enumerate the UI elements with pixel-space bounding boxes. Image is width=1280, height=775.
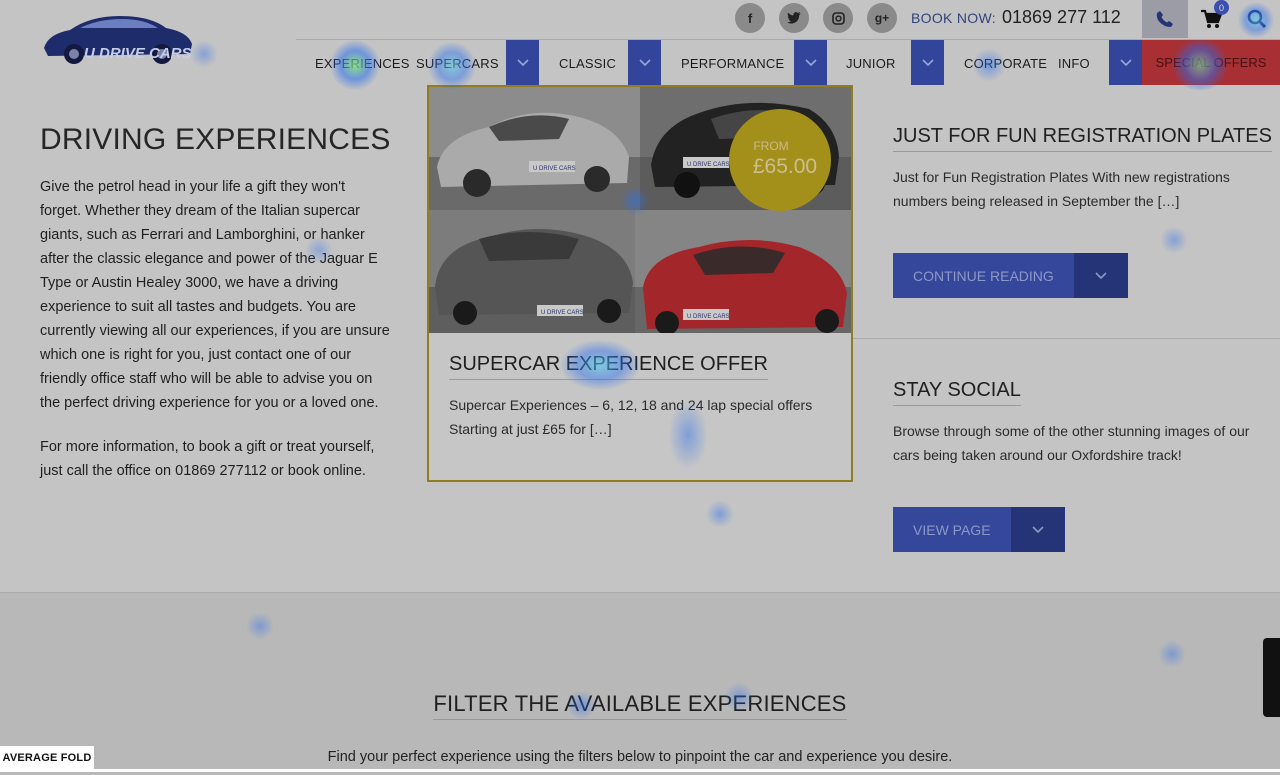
classic-dropdown-toggle[interactable] bbox=[628, 40, 661, 85]
price-badge: FROM £65.00 bbox=[729, 109, 831, 211]
average-fold-label: AVERAGE FOLD bbox=[0, 746, 94, 770]
nav-item-classic[interactable]: CLASSIC bbox=[559, 40, 616, 86]
page: U DRIVE CARS f g+ BOOK NOW: 01869 277 11… bbox=[0, 0, 1280, 775]
search-button[interactable] bbox=[1234, 0, 1280, 38]
twitter-icon[interactable] bbox=[779, 3, 809, 33]
junior-dropdown-toggle[interactable] bbox=[911, 40, 944, 85]
nav-item-special-offers[interactable]: SPECIAL OFFERS bbox=[1142, 40, 1280, 85]
svg-text:U DRIVE CARS: U DRIVE CARS bbox=[84, 45, 192, 62]
svg-text:U DRIVE CARS: U DRIVE CARS bbox=[541, 310, 584, 316]
price-value: £65.00 bbox=[752, 155, 818, 178]
cart-count-badge: 0 bbox=[1214, 0, 1229, 15]
chevron-down-icon bbox=[1119, 58, 1132, 66]
view-page-button[interactable]: VIEW PAGE bbox=[893, 507, 1065, 552]
nav-item-junior[interactable]: JUNIOR bbox=[846, 40, 896, 86]
facebook-icon[interactable]: f bbox=[735, 3, 765, 33]
nav-item-corporate[interactable]: CORPORATE bbox=[964, 40, 1047, 86]
continue-reading-label: CONTINUE READING bbox=[893, 253, 1074, 298]
chevron-down-icon bbox=[638, 58, 651, 66]
average-fold-line bbox=[0, 769, 1280, 772]
intro-paragraph: Give the petrol head in your life a gift… bbox=[40, 179, 390, 411]
feedback-side-tab[interactable] bbox=[1263, 638, 1280, 717]
performance-dropdown-toggle[interactable] bbox=[794, 40, 827, 85]
twitter-bird-icon bbox=[787, 12, 801, 24]
page-title: DRIVING EXPERIENCES bbox=[40, 123, 391, 156]
google-plus-icon[interactable]: g+ bbox=[867, 3, 897, 33]
nav-item-performance[interactable]: PERFORMANCE bbox=[681, 40, 784, 86]
book-now-label: BOOK NOW: bbox=[911, 10, 996, 26]
offer-excerpt: Supercar Experiences – 6, 12, 18 and 24 … bbox=[449, 397, 813, 437]
instagram-glyph-icon bbox=[831, 11, 845, 25]
offer-card[interactable]: U DRIVE CARS U DRIVE CARS U DRIVE CARS U bbox=[427, 85, 853, 482]
stay-social-title: STAY SOCIAL bbox=[893, 379, 1021, 406]
nav-item-experiences[interactable]: EXPERIENCES bbox=[315, 40, 410, 86]
continue-reading-button[interactable]: CONTINUE READING bbox=[893, 253, 1128, 298]
site-logo[interactable]: U DRIVE CARS bbox=[40, 10, 196, 66]
chevron-down-icon bbox=[516, 58, 529, 66]
main-nav: EXPERIENCES SUPERCARS CLASSIC PERFORMANC… bbox=[296, 39, 1280, 85]
offer-title[interactable]: SUPERCAR EXPERIENCE OFFER bbox=[449, 353, 768, 380]
plates-excerpt: Just for Fun Registration Plates With ne… bbox=[893, 169, 1230, 209]
book-now-phone[interactable]: 01869 277 112 bbox=[1002, 7, 1121, 28]
contact-paragraph: For more information, to book a gift or … bbox=[40, 439, 375, 479]
sidebar-divider bbox=[853, 338, 1280, 339]
phone-button[interactable] bbox=[1142, 0, 1188, 38]
svg-text:U DRIVE CARS: U DRIVE CARS bbox=[687, 314, 730, 320]
instagram-icon[interactable] bbox=[823, 3, 853, 33]
stay-social-text: Browse through some of the other stunnin… bbox=[893, 423, 1250, 463]
chevron-down-icon bbox=[1073, 253, 1128, 298]
svg-text:U DRIVE CARS: U DRIVE CARS bbox=[687, 162, 730, 168]
info-dropdown-toggle[interactable] bbox=[1109, 40, 1142, 85]
filter-title-text: FILTER THE AVAILABLE EXPERIENCES bbox=[433, 691, 847, 720]
filter-title: FILTER THE AVAILABLE EXPERIENCES bbox=[0, 691, 1280, 720]
offer-image-collage[interactable]: U DRIVE CARS U DRIVE CARS U DRIVE CARS U bbox=[429, 87, 851, 333]
chevron-down-icon bbox=[804, 58, 817, 66]
phone-icon bbox=[1156, 11, 1173, 27]
price-from-label: FROM bbox=[753, 139, 789, 153]
view-page-label: VIEW PAGE bbox=[893, 507, 1011, 552]
svg-text:U DRIVE CARS: U DRIVE CARS bbox=[533, 166, 576, 172]
nav-item-supercars[interactable]: SUPERCARS bbox=[416, 40, 499, 86]
chevron-down-icon bbox=[1010, 507, 1065, 552]
logo-car-icon: U DRIVE CARS bbox=[44, 16, 192, 64]
plates-title[interactable]: JUST FOR FUN REGISTRATION PLATES bbox=[893, 125, 1272, 152]
chevron-down-icon bbox=[921, 58, 934, 66]
search-icon bbox=[1247, 9, 1267, 29]
filter-section bbox=[0, 592, 1280, 775]
filter-subtitle: Find your perfect experience using the f… bbox=[327, 749, 953, 765]
supercars-dropdown-toggle[interactable] bbox=[506, 40, 539, 85]
nav-item-info[interactable]: INFO bbox=[1058, 40, 1090, 86]
